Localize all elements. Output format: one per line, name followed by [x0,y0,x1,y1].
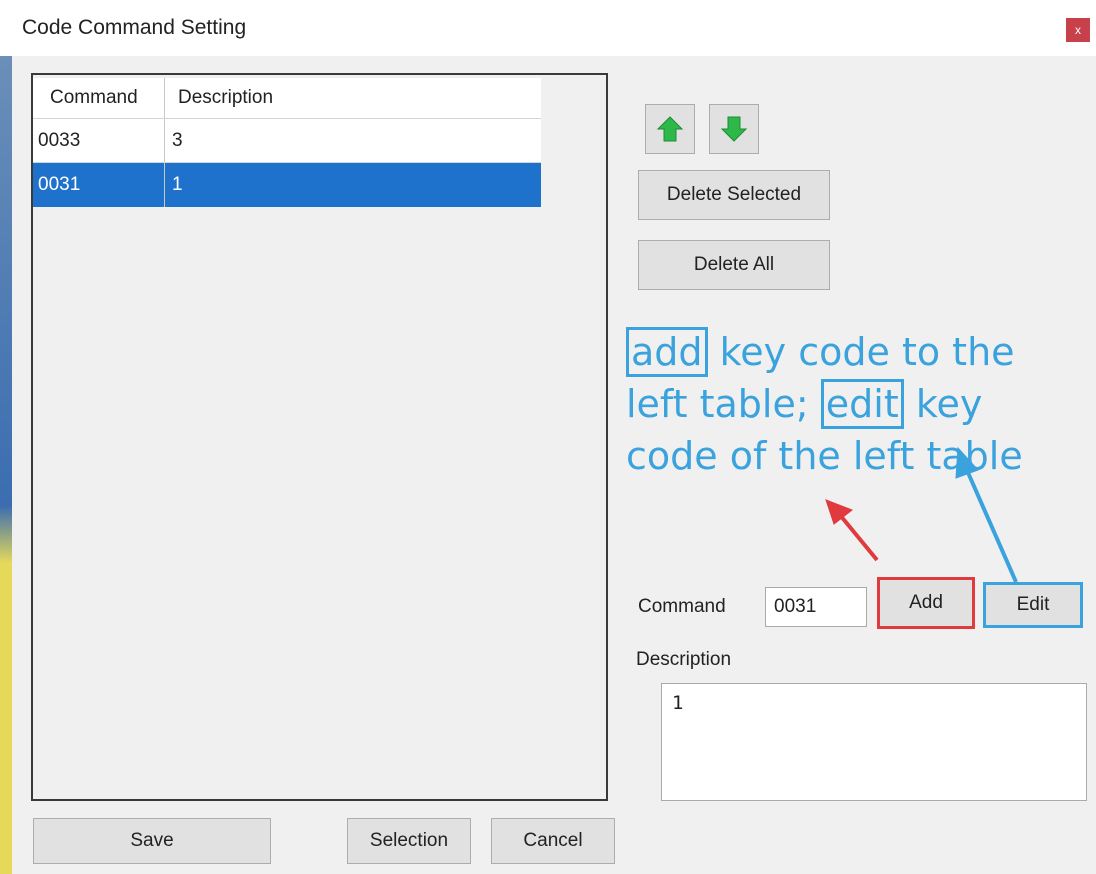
description-textarea[interactable]: 1 [661,683,1087,801]
edit-button[interactable]: Edit [983,582,1083,628]
cancel-button[interactable]: Cancel [491,818,615,864]
red-arrow [825,499,879,562]
selection-button[interactable]: Selection [347,818,471,864]
blue-arrow [955,446,1018,583]
command-label: Command [638,596,726,617]
command-input[interactable] [765,587,867,627]
add-button[interactable]: Add [877,577,975,629]
description-label: Description [636,649,732,670]
save-button[interactable]: Save [33,818,271,864]
